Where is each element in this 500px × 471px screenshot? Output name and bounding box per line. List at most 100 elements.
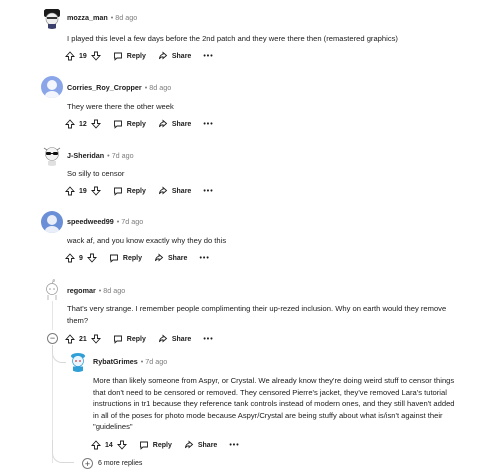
reply-button[interactable]: Reply (113, 119, 146, 129)
collapse-thread-button[interactable]: − (47, 333, 58, 344)
share-label: Share (171, 52, 192, 60)
comment-actions: 9 Reply Share ••• (65, 252, 210, 264)
more-options-button[interactable]: ••• (203, 188, 213, 195)
upvote-icon[interactable] (65, 51, 75, 61)
avatar[interactable] (41, 76, 63, 98)
vote-count: 12 (79, 120, 87, 128)
downvote-icon[interactable] (90, 51, 101, 61)
downvote-icon[interactable] (90, 334, 101, 344)
reply-label: Reply (126, 52, 146, 60)
timestamp[interactable]: 7d ago (121, 217, 143, 226)
avatar[interactable] (41, 279, 63, 301)
author-name[interactable]: Corries_Roy_Cropper (67, 83, 142, 92)
avatar[interactable] (41, 144, 63, 166)
reply-icon (113, 52, 122, 61)
vote-controls: 9 (65, 253, 97, 263)
thread-connector (52, 440, 74, 463)
reply-icon (139, 441, 148, 450)
vote-count: 9 (79, 254, 83, 262)
meta-separator: • (98, 286, 102, 295)
timestamp[interactable]: 7d ago (112, 151, 134, 160)
more-options-button[interactable]: ••• (199, 255, 209, 262)
vote-controls: 12 (65, 119, 101, 129)
author-name[interactable]: mozza_man (67, 13, 108, 22)
share-button[interactable]: Share (158, 334, 191, 344)
thread-line[interactable] (52, 300, 53, 330)
more-options-button[interactable]: ••• (203, 53, 213, 60)
reply-button[interactable]: Reply (113, 51, 146, 61)
author-name[interactable]: regomar (67, 286, 96, 295)
vote-count: 19 (79, 52, 87, 60)
upvote-icon[interactable] (65, 186, 75, 196)
meta-separator: • (110, 13, 114, 22)
avatar[interactable] (41, 211, 63, 233)
snoo-outline-avatar-icon (46, 279, 58, 300)
more-options-button[interactable]: ••• (229, 442, 239, 449)
vote-controls: 19 (65, 186, 101, 196)
reply-button[interactable]: Reply (113, 334, 146, 344)
share-icon (184, 440, 194, 449)
reply-icon (113, 335, 122, 344)
comment-meta: regomar • 8d ago (67, 286, 125, 296)
share-label: Share (171, 120, 192, 128)
share-label: Share (167, 254, 188, 262)
comment-body-line: that don't need to be censored or remove… (93, 387, 447, 397)
comment-meta: mozza_man • 8d ago (67, 13, 137, 23)
reply-label: Reply (126, 187, 146, 195)
share-label: Share (171, 335, 192, 343)
upvote-icon[interactable] (91, 440, 101, 450)
upvote-icon[interactable] (65, 253, 75, 263)
upvote-icon[interactable] (65, 119, 75, 129)
comment-meta: speedweed99 • 7d ago (67, 217, 143, 227)
timestamp[interactable]: 8d ago (149, 83, 171, 92)
snoo-sunglasses-avatar-icon (43, 147, 61, 166)
comment-body-line: them? (67, 315, 89, 325)
share-button[interactable]: Share (158, 51, 191, 61)
timestamp[interactable]: 7d ago (145, 357, 167, 366)
share-icon (158, 334, 168, 343)
share-icon (158, 51, 168, 60)
author-name[interactable]: RybatGrimes (93, 357, 138, 366)
downvote-icon[interactable] (86, 253, 97, 263)
comment-body-line: in all of the poses for photo mode becau… (93, 410, 443, 420)
author-name[interactable]: J-Sheridan (67, 151, 104, 160)
meta-separator: • (144, 83, 148, 92)
comment-body-line: instructions in tr1 because they referen… (93, 399, 455, 408)
reply-label: Reply (126, 120, 146, 128)
author-name[interactable]: speedweed99 (67, 217, 114, 226)
comment-meta: J-Sheridan • 7d ago (67, 151, 134, 161)
reply-icon (113, 187, 122, 196)
comment-actions: 12 Reply Share ••• (65, 118, 214, 130)
share-button[interactable]: Share (158, 119, 191, 129)
downvote-icon[interactable] (116, 440, 127, 450)
vote-count: 14 (105, 441, 113, 449)
avatar[interactable] (41, 7, 63, 29)
meta-separator: • (116, 217, 120, 226)
reply-label: Reply (126, 335, 146, 343)
downvote-icon[interactable] (90, 186, 101, 196)
reply-button[interactable]: Reply (139, 440, 172, 450)
more-replies-label: 6 more replies (98, 460, 143, 467)
vote-count: 19 (79, 187, 87, 195)
reply-button[interactable]: Reply (109, 253, 142, 263)
share-button[interactable]: Share (184, 440, 217, 450)
share-button[interactable]: Share (154, 253, 187, 263)
more-options-button[interactable]: ••• (203, 121, 213, 128)
reply-button[interactable]: Reply (113, 186, 146, 196)
share-button[interactable]: Share (158, 186, 191, 196)
comment-body: wack af, and you know exactly why they d… (67, 236, 227, 245)
more-options-button[interactable]: ••• (203, 336, 213, 343)
timestamp[interactable]: 8d ago (115, 13, 137, 22)
avatar[interactable] (67, 350, 89, 372)
comment-body: I played this level a few days before th… (67, 34, 398, 43)
more-replies-button[interactable]: + 6 more replies (82, 458, 142, 469)
timestamp[interactable]: 8d ago (103, 286, 125, 295)
share-icon (158, 186, 168, 195)
reply-label: Reply (152, 441, 172, 449)
comment-body: So silly to censor (67, 169, 125, 178)
meta-separator: • (107, 151, 110, 160)
downvote-icon[interactable] (90, 119, 101, 129)
upvote-icon[interactable] (65, 334, 75, 344)
comment-actions: 21 Reply Share ••• (65, 333, 214, 345)
vote-count: 21 (79, 335, 87, 343)
